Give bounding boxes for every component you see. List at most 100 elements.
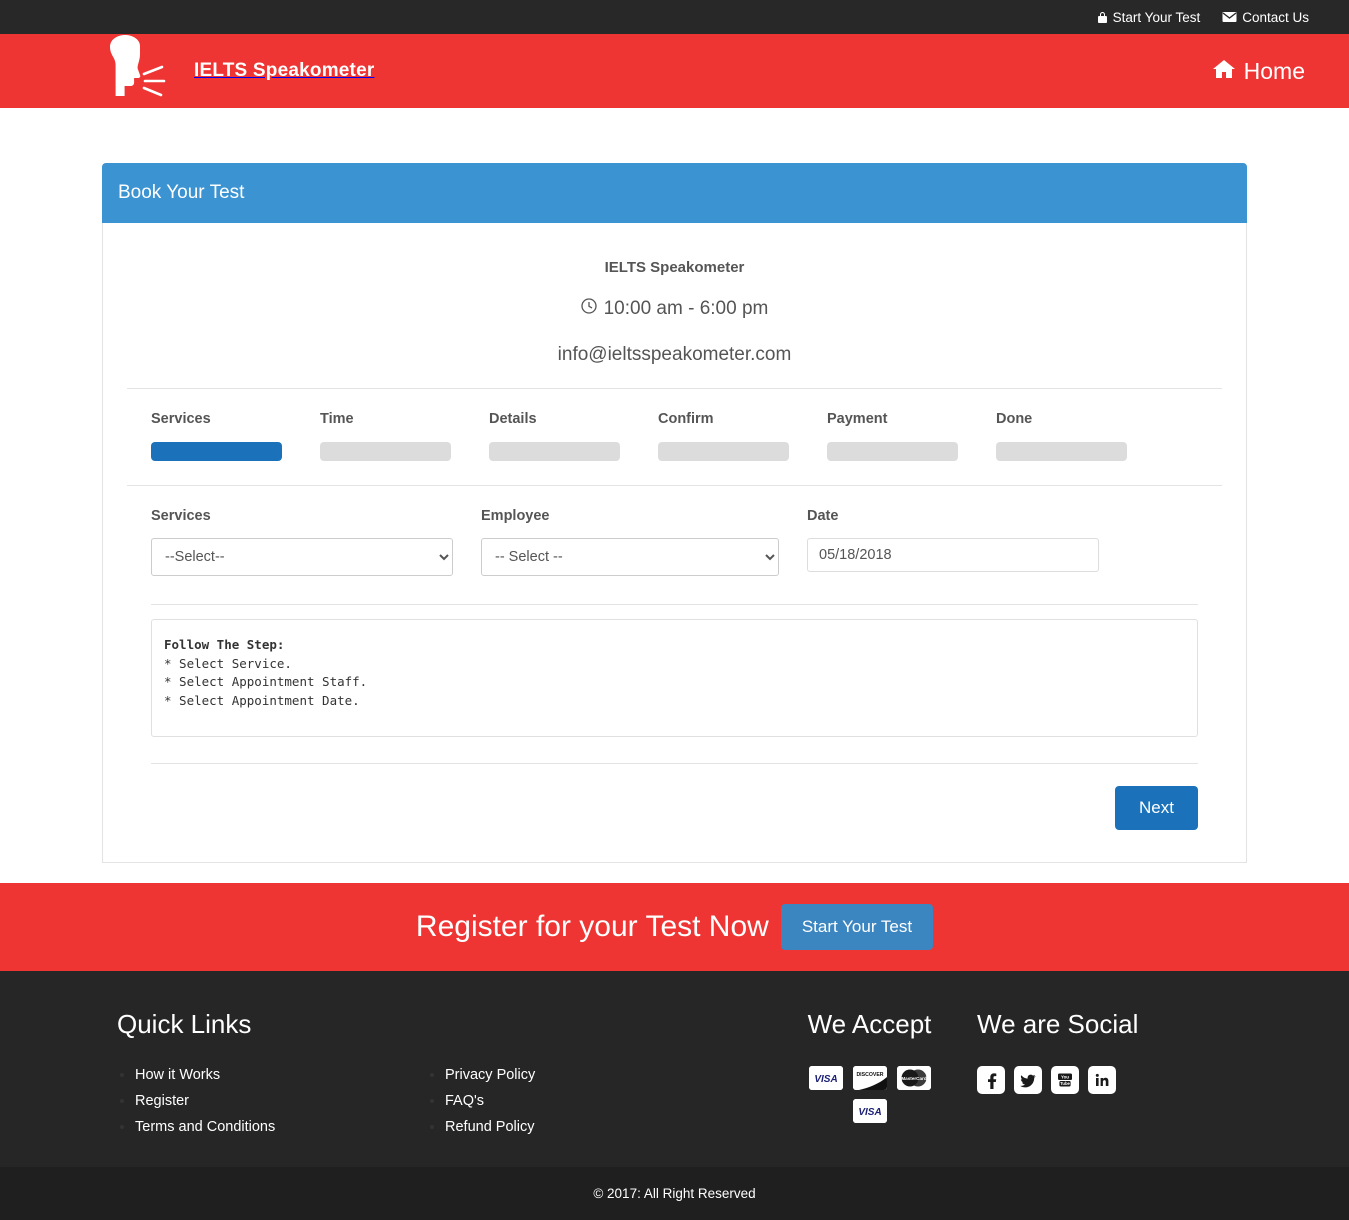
form-group-date: Date [807,508,1127,576]
topbar-link-start-your-test[interactable]: Start Your Test [1097,9,1201,25]
we-are-social-section: We are Social You Tube [977,1009,1227,1144]
step-label: Details [489,411,537,427]
list-item: Register [135,1092,427,1110]
date-label: Date [807,508,839,524]
discover-card-icon: DISCOVER [852,1066,887,1090]
youtube-icon[interactable]: You Tube [1051,1066,1079,1094]
cta-band: Register for your Test Now Start Your Te… [0,883,1349,971]
form-group-employee: Employee -- Select -- [481,508,807,576]
main-navigation: Home [1212,57,1305,85]
step-progress-bar [151,442,282,461]
step-label: Done [996,411,1033,427]
topbar-link-contact-us[interactable]: Contact Us [1222,10,1309,25]
instructions-heading: Follow The Step: [164,637,285,652]
business-info: IELTS Speakometer 10:00 am - 6:00 pm inf… [127,249,1222,388]
panel-heading: Book Your Test [102,163,1247,223]
visa-card-icon: VISA [808,1066,843,1090]
twitter-icon[interactable] [1014,1066,1042,1094]
business-hours-label: 10:00 am - 6:00 pm [603,298,769,319]
step-time[interactable]: Time [320,411,489,461]
business-hours: 10:00 am - 6:00 pm [127,298,1222,320]
mastercard-card-icon: MasterCard [896,1066,931,1090]
linkedin-icon[interactable] [1088,1066,1116,1094]
topbar-link-label: Contact Us [1242,9,1309,25]
step-progress-bar [996,442,1127,461]
svg-text:Tube: Tube [1060,1081,1070,1086]
services-label: Services [151,508,211,524]
social-icons-row: You Tube [977,1066,1227,1094]
clock-icon [580,298,597,320]
svg-text:MasterCard: MasterCard [901,1076,926,1081]
step-label: Confirm [658,411,714,427]
cta-text: Register for your Test Now [415,910,769,943]
payment-icons-row-1: VISA DISCOVER MasterCard [762,1066,977,1090]
step-payment[interactable]: Payment [827,411,996,461]
quick-links-section: Quick Links How it Works Register Terms … [102,1009,762,1144]
list-item: Privacy Policy [445,1066,737,1084]
we-are-social-title: We are Social [977,1009,1139,1039]
step-label: Services [151,411,211,427]
step-progress-bar [320,442,451,461]
instructions-box: Follow The Step: * Select Service. * Sel… [151,619,1198,737]
main-container: Book Your Test IELTS Speakometer 10:00 a… [102,108,1247,863]
brand-logo-link[interactable]: IELTS Speakometer [100,34,374,108]
booking-form: Services --Select-- Employee -- Select -… [127,486,1222,604]
we-accept-section: We Accept VISA DISCOVER MasterCard VISA [762,1009,977,1144]
quick-link-privacy-policy[interactable]: Privacy Policy [445,1067,535,1083]
services-select[interactable]: --Select-- [151,538,453,576]
list-item: Terms and Conditions [135,1118,427,1136]
home-icon [1212,58,1235,85]
quick-link-how-it-works[interactable]: How it Works [135,1067,220,1083]
step-label: Payment [827,411,888,427]
quick-link-faqs[interactable]: FAQ's [445,1093,484,1109]
booking-panel-body: IELTS Speakometer 10:00 am - 6:00 pm inf… [102,223,1247,863]
step-done[interactable]: Done [996,411,1165,461]
booking-steps: Services Time Details Confirm Payment Do… [127,389,1222,485]
svg-text:VISA: VISA [814,1074,837,1085]
quick-links-column-1: How it Works Register Terms and Conditio… [117,1066,427,1144]
site-footer: Quick Links How it Works Register Terms … [0,971,1349,1167]
list-item: FAQ's [445,1092,737,1110]
quick-link-refund-policy[interactable]: Refund Policy [445,1119,534,1135]
we-accept-title: We Accept [807,1009,932,1039]
svg-text:You: You [1061,1075,1069,1080]
step-details[interactable]: Details [489,411,658,461]
list-item: Refund Policy [445,1118,737,1136]
step-services[interactable]: Services [151,411,320,461]
step-label: Time [320,411,354,427]
step-progress-bar [489,442,620,461]
envelope-icon [1222,11,1237,23]
form-group-services: Services --Select-- [151,508,481,576]
list-item: How it Works [135,1066,427,1084]
panel-footer: Next [151,763,1198,830]
step-progress-bar [827,442,958,461]
quick-link-terms-and-conditions[interactable]: Terms and Conditions [135,1119,275,1135]
copyright-bar: © 2017: All Right Reserved [0,1167,1349,1220]
date-input[interactable] [807,538,1099,572]
instructions-body: * Select Service. * Select Appointment S… [164,655,368,708]
start-your-test-button[interactable]: Start Your Test [780,904,934,950]
instructions-wrap: Follow The Step: * Select Service. * Sel… [127,605,1222,737]
employee-label: Employee [481,508,550,524]
business-email: info@ieltsspeakometer.com [557,344,792,365]
facebook-icon[interactable] [977,1066,1005,1094]
payment-icons-row-2: VISA [762,1099,977,1123]
nav-item-home[interactable]: Home [1212,57,1305,85]
quick-links-column-2: Privacy Policy FAQ's Refund Policy [427,1066,737,1144]
visa-card-icon: VISA [852,1099,887,1123]
speaking-head-icon [100,34,184,108]
step-progress-bar [658,442,789,461]
brand-name: IELTS Speakometer [194,60,375,81]
site-header: IELTS Speakometer Home [0,34,1349,108]
svg-text:DISCOVER: DISCOVER [856,1072,883,1078]
nav-item-label: Home [1243,57,1305,84]
quick-links-title: Quick Links [117,1009,252,1039]
topbar-link-label: Start Your Test [1112,9,1201,25]
svg-text:VISA: VISA [858,1107,881,1118]
top-utility-bar: Start Your Test Contact Us [0,0,1349,34]
quick-link-register[interactable]: Register [135,1093,189,1109]
next-button[interactable]: Next [1115,786,1198,830]
lock-icon [1097,11,1108,24]
step-confirm[interactable]: Confirm [658,411,827,461]
employee-select[interactable]: -- Select -- [481,538,779,576]
